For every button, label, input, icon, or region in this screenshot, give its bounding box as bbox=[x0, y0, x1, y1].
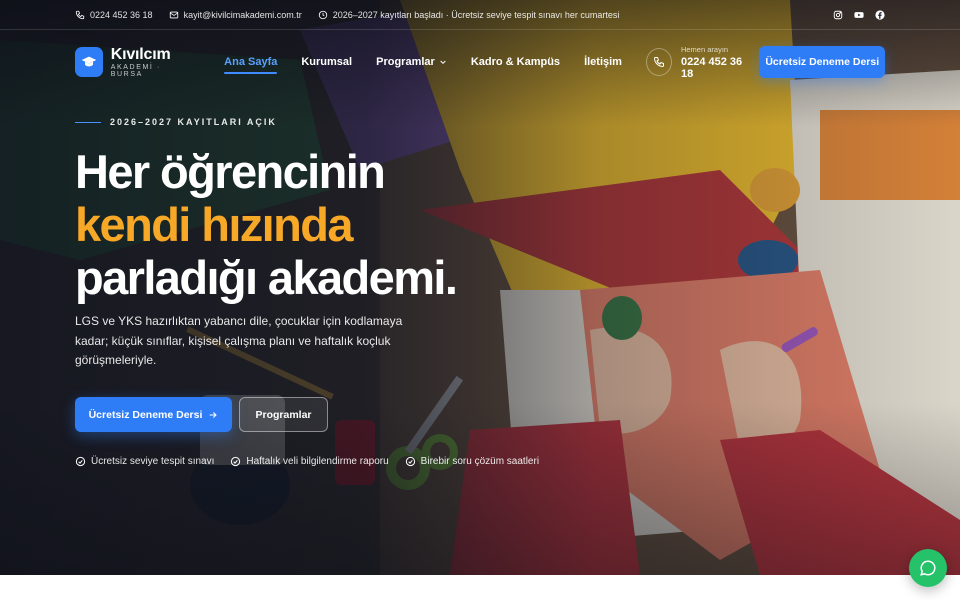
topbar-email[interactable]: kayit@kivilcimakademi.com.tr bbox=[169, 10, 302, 20]
phone-icon bbox=[645, 48, 672, 76]
clock-icon bbox=[318, 10, 327, 19]
social-links bbox=[833, 9, 885, 20]
hero-features: Ücretsiz seviye tespit sınavı Haftalık v… bbox=[75, 456, 555, 467]
topbar-phone[interactable]: 0224 452 36 18 bbox=[75, 10, 153, 20]
brand-name: Kıvılcım bbox=[110, 46, 171, 63]
nav-item-staff-campus[interactable]: Kadro & Kampüs bbox=[471, 50, 560, 74]
call-number: 0224 452 36 18 bbox=[680, 55, 743, 80]
check-circle-icon bbox=[405, 456, 415, 467]
chat-button[interactable] bbox=[909, 549, 947, 587]
header-trial-lesson-button[interactable]: Ücretsiz Deneme Dersi bbox=[759, 46, 885, 78]
topbar-phone-text: 0224 452 36 18 bbox=[90, 9, 153, 20]
youtube-icon[interactable] bbox=[854, 10, 864, 20]
check-circle-icon bbox=[231, 456, 241, 467]
headline-line-1: Her öğrencinin bbox=[75, 145, 386, 198]
headline-highlight: kendi hızında bbox=[75, 198, 354, 251]
main-header: Kıvılcım AKADEMİ · BURSA Ana Sayfa Kurum… bbox=[0, 30, 960, 94]
feature-item: Ücretsiz seviye tespit sınavı bbox=[75, 456, 214, 467]
feature-item: Birebir soru çözüm saatleri bbox=[405, 456, 539, 467]
top-info-bar: 0224 452 36 18 kayit@kivilcimakademi.com… bbox=[0, 0, 960, 30]
nav-item-contact[interactable]: İletişim bbox=[584, 50, 622, 74]
chat-bubble-icon bbox=[920, 560, 936, 576]
topbar-email-text: kayit@kivilcimakademi.com.tr bbox=[183, 9, 302, 20]
hero-lead: LGS ve YKS hazırlıktan yabancı dile, çoc… bbox=[75, 314, 403, 367]
topbar-notice: 2026–2027 kayıtları başladı · Ücretsiz s… bbox=[318, 9, 620, 20]
hero-buttons: Ücretsiz Deneme Dersi Programlar bbox=[75, 397, 328, 432]
headline-line-3: parladığı akademi. bbox=[75, 251, 458, 304]
brand-subtitle: AKADEMİ · BURSA bbox=[110, 64, 161, 78]
feature-item: Haftalık veli bilgilendirme raporu bbox=[230, 456, 389, 467]
arrow-right-icon bbox=[210, 411, 218, 418]
mail-icon bbox=[169, 11, 178, 18]
instagram-icon[interactable] bbox=[833, 10, 843, 20]
next-section-top bbox=[0, 575, 960, 600]
hero-headline: Her öğrencinin kendi hızında parladığı a… bbox=[75, 145, 595, 304]
trial-lesson-button[interactable]: Ücretsiz Deneme Dersi bbox=[75, 397, 232, 432]
eyebrow-line bbox=[75, 121, 101, 123]
hero-eyebrow: 2026–2027 KAYITLARI AÇIK bbox=[75, 117, 277, 127]
nav-item-corporate[interactable]: Kurumsal bbox=[301, 50, 352, 74]
nav-item-home[interactable]: Ana Sayfa bbox=[224, 50, 278, 74]
facebook-icon[interactable] bbox=[875, 9, 885, 20]
chevron-down-icon bbox=[440, 60, 446, 65]
main-nav: Ana Sayfa Kurumsal Programlar Kadro & Ka… bbox=[224, 50, 646, 74]
call-block[interactable]: Hemen arayın 0224 452 36 18 bbox=[645, 44, 752, 80]
check-circle-icon bbox=[75, 456, 86, 467]
eyebrow-text: 2026–2027 KAYITLARI AÇIK bbox=[110, 117, 277, 127]
programs-button[interactable]: Programlar bbox=[239, 397, 328, 432]
call-label: Hemen arayın bbox=[680, 44, 729, 54]
nav-item-programs[interactable]: Programlar bbox=[376, 50, 447, 74]
phone-icon bbox=[75, 10, 85, 19]
brand-logo[interactable]: Kıvılcım AKADEMİ · BURSA bbox=[75, 46, 190, 78]
topbar-notice-text: 2026–2027 kayıtları başladı · Ücretsiz s… bbox=[332, 9, 620, 20]
graduation-cap-icon bbox=[75, 47, 103, 77]
